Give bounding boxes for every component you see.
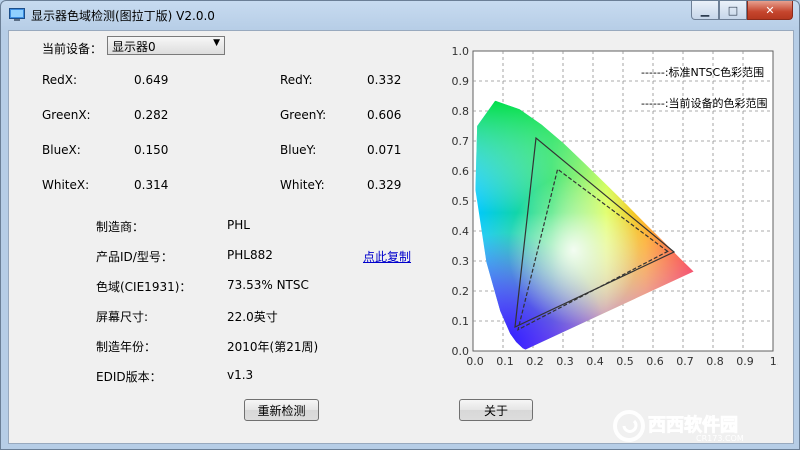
svg-text:CR173.COM: CR173.COM [696, 434, 744, 443]
x-tick-label: 0.9 [736, 355, 754, 368]
device-select[interactable]: 显示器0 ▼ [107, 36, 225, 55]
y-tick-label: 0.2 [452, 285, 470, 298]
x-tick-label: 0.4 [586, 355, 604, 368]
edid-version-value: v1.3 [227, 368, 254, 382]
x-tick-label: 0.3 [556, 355, 574, 368]
x-tick-label: 0.6 [646, 355, 664, 368]
red-y-label: RedY: [280, 73, 313, 87]
window-controls: ▁ □ ✕ [691, 1, 793, 21]
about-button[interactable]: 关于 [459, 399, 533, 421]
white-y-value: 0.329 [367, 178, 402, 192]
window-title: 显示器色域检测(图拉丁版) V2.0.0 [31, 9, 215, 23]
svg-text:西西软件园: 西西软件园 [648, 414, 738, 436]
y-tick-label: 0.7 [452, 135, 470, 148]
gamut-value: 73.53% NTSC [227, 278, 309, 292]
app-window: 显示器色域检测(图拉丁版) V2.0.0 ▁ □ ✕ 当前设备： 显示器0 ▼ … [0, 0, 800, 450]
red-x-value: 0.649 [134, 73, 169, 87]
white-y-label: WhiteY: [280, 178, 325, 192]
edid-version-label: EDID版本： [96, 370, 162, 384]
white-x-label: WhiteX: [42, 178, 90, 192]
close-icon: ✕ [765, 3, 775, 17]
manufacturer-label: 制造商： [96, 220, 145, 234]
y-tick-label: 0.0 [452, 345, 470, 358]
x-tick-label: 0.2 [526, 355, 544, 368]
screen-size-label: 屏幕尺寸: [96, 310, 149, 324]
close-button[interactable]: ✕ [747, 1, 793, 20]
cie-chart: 0.00.10.20.30.40.50.60.70.80.91.0.00.10.… [452, 45, 779, 368]
green-x-label: GreenX: [42, 108, 91, 122]
minimize-button[interactable]: ▁ [691, 1, 719, 20]
y-tick-label: 0.5 [452, 195, 470, 208]
y-tick-label: 0.3 [452, 255, 470, 268]
legend-ntsc: ------:标准NTSC色彩范围 [641, 65, 764, 79]
red-y-value: 0.332 [367, 73, 402, 87]
manufacture-year-value: 2010年(第21周) [227, 340, 319, 354]
blue-x-value: 0.150 [134, 143, 169, 157]
main-panel: 当前设备： 显示器0 ▼ RedX: 0.649 RedY: 0.332 Gre… [8, 30, 794, 444]
watermark-logo: 西西软件园 CR173.COM [613, 410, 744, 443]
y-tick-label: 0.8 [452, 105, 470, 118]
y-tick-label: 0.4 [452, 225, 470, 238]
chevron-down-icon: ▼ [213, 38, 220, 48]
copy-link[interactable]: 点此复制 [363, 248, 411, 265]
recheck-button[interactable]: 重新检测 [244, 399, 319, 421]
device-label: 当前设备： [42, 42, 103, 56]
y-tick-label: 0.9 [452, 75, 470, 88]
title-bar[interactable]: 显示器色域检测(图拉丁版) V2.0.0 ▁ □ ✕ [1, 1, 799, 30]
minimize-icon: ▁ [700, 3, 710, 17]
product-id-value: PHL882 [227, 248, 273, 262]
x-tick-label: 0.7 [676, 355, 694, 368]
y-tick-label: 0.1 [452, 315, 470, 328]
manufacture-year-label: 制造年份： [96, 340, 157, 354]
blue-y-value: 0.071 [367, 143, 402, 157]
product-id-label: 产品ID/型号： [96, 250, 173, 264]
green-x-value: 0.282 [134, 108, 169, 122]
maximize-button[interactable]: □ [719, 1, 747, 20]
device-select-value: 显示器0 [112, 40, 156, 54]
x-tick-label: 0.8 [706, 355, 724, 368]
white-x-value: 0.314 [134, 178, 169, 192]
y-tick-label: 0.6 [452, 165, 470, 178]
x-tick-label: 0.5 [616, 355, 634, 368]
green-y-label: GreenY: [280, 108, 327, 122]
screen-size-value: 22.0英寸 [227, 310, 278, 324]
x-tick-label: 1. [770, 355, 778, 368]
blue-y-label: BlueY: [280, 143, 317, 157]
manufacturer-value: PHL [227, 218, 250, 232]
green-y-value: 0.606 [367, 108, 402, 122]
red-x-label: RedX: [42, 73, 78, 87]
legend-device: ------:当前设备的色彩范围 [641, 96, 768, 110]
x-tick-label: 0.1 [496, 355, 514, 368]
blue-x-label: BlueX: [42, 143, 81, 157]
maximize-icon: □ [727, 3, 739, 17]
y-tick-label: 1.0 [452, 45, 470, 58]
gamut-label: 色域(CIE1931)： [96, 280, 192, 294]
monitor-icon [9, 8, 25, 21]
